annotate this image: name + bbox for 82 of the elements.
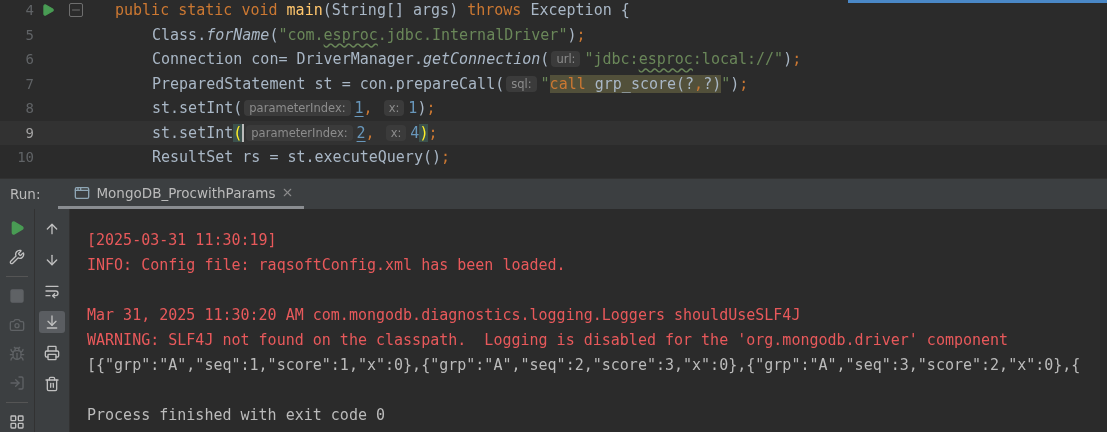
scroll-to-end-icon [44, 314, 60, 330]
scroll-to-end-button[interactable] [39, 311, 65, 333]
bug-icon [9, 346, 25, 363]
code-text: ) [567, 25, 577, 44]
code-text: ( [540, 50, 550, 69]
string-literal: .jdbc.InternalDriver" [377, 25, 568, 44]
line-number: 4 [24, 2, 34, 19]
method-name: getConnection [422, 50, 541, 69]
console-output-line: [{"grp":"A","seq":1,"score":1,"x":0},{"grp":"A","seq":2,"score":3,"x":0},{"grp":"A","seq":3,"score":2,"x":0},{ [87, 355, 1082, 376]
run-label: Run: [9, 186, 42, 202]
keyword: throws [467, 1, 523, 20]
code-text: Class. [152, 25, 207, 44]
method-name: main [286, 1, 323, 20]
code-text: ) [417, 99, 427, 118]
code-text: st.setInt [152, 123, 234, 142]
console-output-line: Process finished with exit code 0 [87, 405, 386, 426]
punctuation: ; [426, 99, 436, 118]
fold-icon[interactable] [69, 3, 83, 18]
code-text: st.setInt( [152, 99, 243, 118]
stop-icon [9, 288, 25, 304]
highlighted-text: call [549, 74, 586, 93]
highlighted-text: grp_score(? [585, 74, 695, 93]
code-text: ( [269, 25, 279, 44]
error-output-line: INFO: Config file: raqsoftConfig.xml has been loaded. [87, 255, 567, 276]
parameter-hint: url: [551, 51, 581, 68]
camera-icon [9, 317, 25, 333]
punctuation: ; [576, 25, 586, 44]
run-icon [9, 220, 25, 236]
parameter-hint: parameterIndex: [244, 100, 351, 117]
string-literal: "jdbc: [584, 50, 639, 69]
wrench-icon [9, 249, 25, 266]
string-literal: esproc [638, 50, 693, 69]
down-arrow-icon [44, 252, 60, 268]
scroll-bar[interactable] [848, 0, 1107, 3]
string-literal: " [721, 74, 731, 93]
window-icon [74, 184, 91, 201]
parameter-hint: x: [385, 124, 407, 141]
code-text: ResultSet rs = st.executeQuery() [152, 148, 441, 167]
punctuation: ; [428, 123, 438, 142]
error-output-line: Mar 31, 2025 11:30:20 AM com.mongodb.diagnostics.logging.Loggers shouldUseSLF4J [87, 305, 802, 326]
line-number: 7 [24, 75, 34, 92]
soft-wrap-icon [44, 283, 60, 299]
parameter-hint: parameterIndex: [246, 124, 353, 141]
string-literal: :local://" [692, 50, 784, 69]
punctuation: ; [739, 74, 749, 93]
line-number: 6 [24, 51, 34, 68]
number-literal: 1 [354, 99, 364, 118]
keyword: public static void [115, 1, 279, 20]
line-number: 10 [16, 149, 34, 166]
code-text: PreparedStatement st = con.prepareCall( [152, 74, 505, 93]
layout-icon [9, 414, 25, 430]
number-literal: 1 [408, 99, 418, 118]
method-name: forName [206, 25, 270, 44]
highlighted-text: , [694, 74, 704, 93]
line-number: 8 [24, 100, 34, 117]
parameter-hint: x: [383, 100, 405, 117]
punctuation: ; [792, 50, 802, 69]
line-number: 9 [24, 124, 34, 141]
code-text: (String[] args) [322, 1, 460, 20]
punctuation: , [363, 99, 374, 118]
number-literal: 2 [356, 123, 366, 142]
code-text: ) [783, 50, 793, 69]
parameter-hint: sql: [506, 75, 537, 92]
printer-icon [44, 345, 60, 361]
code-text: Exception { [530, 1, 630, 20]
trash-icon [44, 376, 60, 392]
run-icon[interactable] [41, 3, 55, 18]
highlighted-text: ?) [703, 74, 722, 93]
line-number: 5 [24, 26, 34, 43]
login-icon [9, 375, 25, 392]
matched-brace: ( [233, 123, 243, 142]
string-literal: " [540, 74, 550, 93]
code-text: ) [730, 74, 740, 93]
punctuation: , [365, 123, 376, 142]
error-output-line: [2025-03-31 11:30:19] [87, 230, 278, 251]
code-text: Connection con= DriverManager. [152, 50, 423, 69]
string-literal: esproc [323, 25, 378, 44]
punctuation: ; [441, 148, 450, 167]
string-literal: "com. [278, 25, 324, 44]
number-literal: 4 [410, 123, 420, 142]
error-output-line: WARNING: SLF4J not found on the classpath. Logging is disabled for the 'org.mongodb.driver' component [87, 330, 1010, 351]
matched-brace: ) [419, 123, 429, 142]
